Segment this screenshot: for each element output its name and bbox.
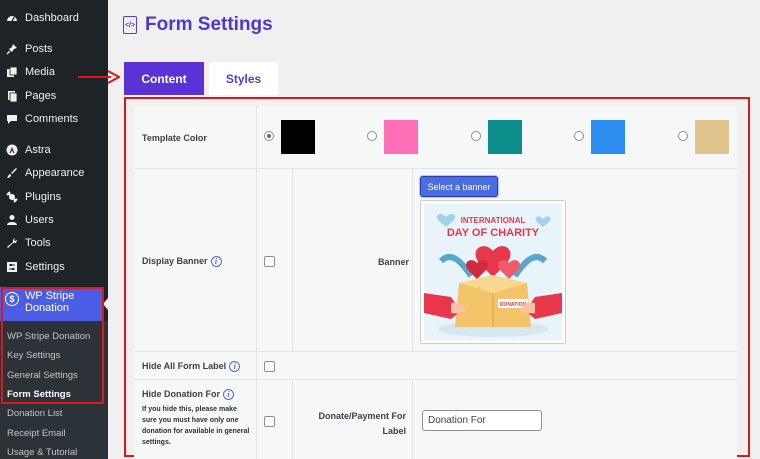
column-divider	[256, 106, 257, 169]
media-icon	[5, 65, 19, 79]
color-swatch-blue[interactable]	[591, 120, 625, 154]
brush-icon	[5, 166, 19, 180]
page-title: Form Settings	[145, 14, 273, 35]
astra-icon	[5, 143, 19, 157]
color-swatch-pink[interactable]	[384, 120, 418, 154]
tab-styles[interactable]: Styles	[209, 62, 278, 95]
info-icon[interactable]: i	[223, 389, 234, 401]
annotation-arrow-icon	[78, 70, 120, 84]
column-divider	[292, 380, 293, 459]
plugin-submenu: WP Stripe Donation Key Settings General …	[0, 321, 108, 459]
hide-all-labels-row: Hide All Form Label i	[134, 352, 737, 380]
select-banner-button[interactable]: Select a banner	[420, 176, 498, 197]
template-color-label: Template Color	[142, 133, 207, 143]
sidebar-item-appearance[interactable]: Appearance	[0, 162, 108, 184]
admin-sidebar: Dashboard Posts Media Pages Comments Ast…	[0, 0, 108, 459]
column-divider	[412, 380, 413, 459]
plugin-icon	[5, 190, 19, 204]
sidebar-item-label: Media	[25, 66, 55, 78]
sidebar-item-posts[interactable]: Posts	[0, 38, 108, 60]
sidebar-item-label: Astra	[25, 144, 51, 156]
sidebar-item-tools[interactable]: Tools	[0, 232, 108, 254]
color-swatch-teal[interactable]	[488, 120, 522, 154]
submenu-form-settings[interactable]: Form Settings	[7, 389, 71, 400]
active-menu-label-line1: WP Stripe	[25, 290, 75, 302]
donate-for-field-label: Donate/Payment For Label	[318, 411, 406, 436]
sidebar-item-users[interactable]: Users	[0, 209, 108, 231]
banner-title-line2: DAY OF CHARITY	[447, 227, 540, 239]
color-swatch-black[interactable]	[281, 120, 315, 154]
hide-donation-for-hint: If you hide this, please make sure you m…	[142, 406, 250, 446]
sidebar-item-dashboard[interactable]: Dashboard	[0, 7, 108, 29]
banner-title-line1: INTERNATIONAL	[461, 216, 526, 225]
tab-content[interactable]: Content	[124, 62, 204, 95]
submenu-receipt-email[interactable]: Receipt Email	[7, 428, 66, 439]
wrench-icon	[5, 236, 19, 250]
display-banner-checkbox[interactable]	[264, 256, 275, 267]
sidebar-item-pages[interactable]: Pages	[0, 85, 108, 107]
settings-icon	[5, 260, 19, 274]
color-radio-black[interactable]	[264, 131, 274, 141]
sidebar-item-label: Appearance	[25, 167, 85, 179]
hide-all-labels-label: Hide All Form Label i	[142, 361, 241, 373]
color-radio-blue[interactable]	[574, 131, 584, 141]
donation-for-input[interactable]	[422, 410, 542, 431]
column-divider	[292, 169, 293, 352]
banner-preview[interactable]: INTERNATIONAL DAY OF CHARITY DONATION	[420, 200, 566, 344]
charity-banner-image: INTERNATIONAL DAY OF CHARITY DONATION	[421, 201, 565, 343]
color-swatch-tan[interactable]	[695, 120, 729, 154]
column-divider	[256, 352, 257, 380]
column-divider	[412, 169, 413, 352]
user-icon	[5, 213, 19, 227]
dollar-circle-icon: $	[5, 292, 19, 306]
hide-donation-for-label: Hide Donation For i	[142, 389, 234, 401]
sidebar-item-comments[interactable]: Comments	[0, 108, 108, 130]
sidebar-item-label: Plugins	[25, 191, 62, 203]
page-header: </> Form Settings	[123, 14, 273, 36]
info-icon[interactable]: i	[210, 256, 222, 268]
color-radio-teal[interactable]	[471, 131, 481, 141]
display-banner-label: Display Banner i	[142, 256, 222, 268]
column-divider	[256, 380, 257, 459]
color-radio-pink[interactable]	[367, 131, 377, 141]
pages-icon	[5, 89, 19, 103]
active-menu-pointer	[103, 298, 108, 310]
code-file-icon: </>	[123, 16, 137, 34]
sidebar-item-astra[interactable]: Astra	[0, 139, 108, 161]
info-icon[interactable]: i	[229, 361, 241, 373]
sidebar-item-plugins[interactable]: Plugins	[0, 186, 108, 208]
sidebar-item-label: Posts	[25, 43, 53, 55]
pin-icon	[5, 42, 19, 56]
form-settings-table: Template Color Display Banner i Banner S…	[134, 106, 737, 459]
active-menu-label-line2: Donation	[25, 302, 70, 314]
sidebar-item-label: Users	[25, 214, 54, 226]
column-divider	[256, 169, 257, 352]
hide-donation-for-checkbox[interactable]	[264, 416, 275, 427]
sidebar-item-settings[interactable]: Settings	[0, 256, 108, 278]
banner-field-label: Banner	[378, 257, 410, 267]
hide-all-labels-checkbox[interactable]	[264, 361, 275, 372]
sidebar-item-wp-stripe-donation[interactable]: $ WP Stripe Donation	[0, 287, 103, 321]
color-radio-tan[interactable]	[678, 131, 688, 141]
submenu-usage-tutorial[interactable]: Usage & Tutorial	[7, 447, 77, 458]
sidebar-item-label: Pages	[25, 90, 57, 102]
dashboard-icon	[5, 11, 19, 25]
sidebar-item-label: Settings	[25, 261, 65, 273]
comments-icon	[5, 112, 19, 126]
sidebar-item-label: Tools	[25, 237, 51, 249]
sidebar-item-label: Dashboard	[25, 12, 79, 24]
submenu-wp-stripe-donation[interactable]: WP Stripe Donation	[7, 331, 90, 342]
submenu-general-settings[interactable]: General Settings	[7, 370, 78, 381]
sidebar-item-label: Comments	[25, 113, 79, 125]
template-color-row: Template Color	[134, 106, 737, 169]
submenu-key-settings[interactable]: Key Settings	[7, 350, 60, 361]
submenu-donation-list[interactable]: Donation List	[7, 408, 62, 419]
